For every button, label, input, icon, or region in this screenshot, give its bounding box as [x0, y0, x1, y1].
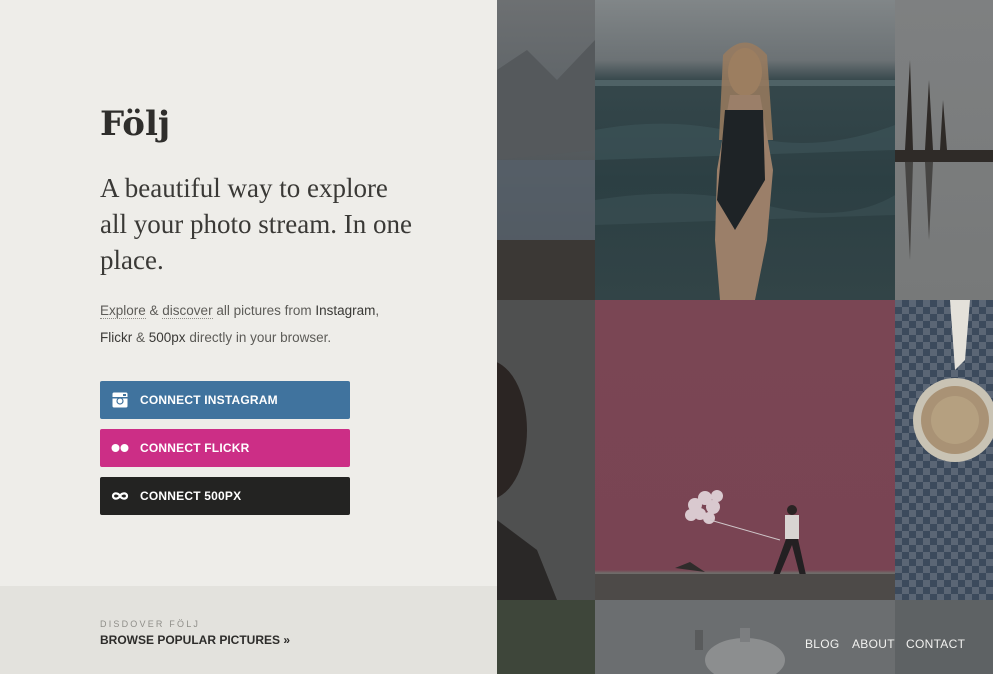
connect-flickr-label: CONNECT FLICKR	[140, 441, 250, 455]
hero-headline: A beautiful way to explore all your phot…	[100, 173, 412, 275]
discover-text: discover	[162, 303, 213, 319]
photo-tile-teapot[interactable]	[595, 600, 895, 674]
intro-amp: &	[145, 303, 163, 318]
instagram-mention: Instagram	[315, 303, 376, 318]
intro-comma: ,	[375, 303, 380, 318]
intro-amp: &	[132, 330, 149, 345]
photo-grid	[497, 0, 993, 674]
photo-tile-beach-woman[interactable]	[595, 0, 895, 300]
photo-tile-balloons[interactable]	[595, 300, 895, 600]
explore-text: Explore	[100, 303, 146, 319]
flickr-mention: Flickr	[100, 330, 133, 345]
brand-logo: Följ	[100, 104, 171, 144]
beach-photo	[595, 42, 895, 300]
500px-infinity-icon	[100, 491, 140, 501]
discover-label: DISDOVER FÖLJ	[100, 619, 201, 629]
tea-photo	[913, 300, 993, 462]
connect-500px-button[interactable]: CONNECT 500PX	[100, 477, 350, 515]
footer-strip	[0, 586, 497, 674]
browse-popular-link[interactable]: BROWSE POPULAR PICTURES »	[100, 633, 290, 647]
intro-text: all pictures from	[212, 303, 316, 318]
nav-contact-link[interactable]: CONTACT	[906, 637, 965, 651]
left-panel: Följ A beautiful way to explore all your…	[0, 0, 497, 674]
nav-blog-link[interactable]: BLOG	[805, 637, 840, 651]
nav-about-link[interactable]: ABOUT	[852, 637, 895, 651]
connect-instagram-label: CONNECT INSTAGRAM	[140, 393, 278, 407]
photo-tile-grass[interactable]	[497, 600, 595, 674]
photo-tile-tea[interactable]	[895, 300, 993, 600]
connect-instagram-button[interactable]: CONNECT INSTAGRAM	[100, 381, 350, 419]
teapot-photo	[695, 628, 785, 674]
portrait-photo	[497, 362, 557, 600]
connect-500px-label: CONNECT 500PX	[140, 489, 242, 503]
hero-intro: Explore & discover all pictures from Ins…	[100, 297, 420, 351]
connect-flickr-button[interactable]: CONNECT FLICKR	[100, 429, 350, 467]
lake-photo	[497, 40, 595, 300]
photo-tile-trees[interactable]	[895, 0, 993, 300]
500px-mention: 500px	[148, 330, 186, 345]
photo-tile-portrait[interactable]	[497, 300, 595, 600]
flickr-icon	[100, 443, 140, 453]
trees-photo	[895, 60, 993, 260]
balloons-photo	[595, 490, 895, 600]
instagram-icon	[100, 392, 140, 408]
intro-text: directly in your browser.	[185, 330, 332, 345]
photo-tile-lake[interactable]	[497, 0, 595, 300]
